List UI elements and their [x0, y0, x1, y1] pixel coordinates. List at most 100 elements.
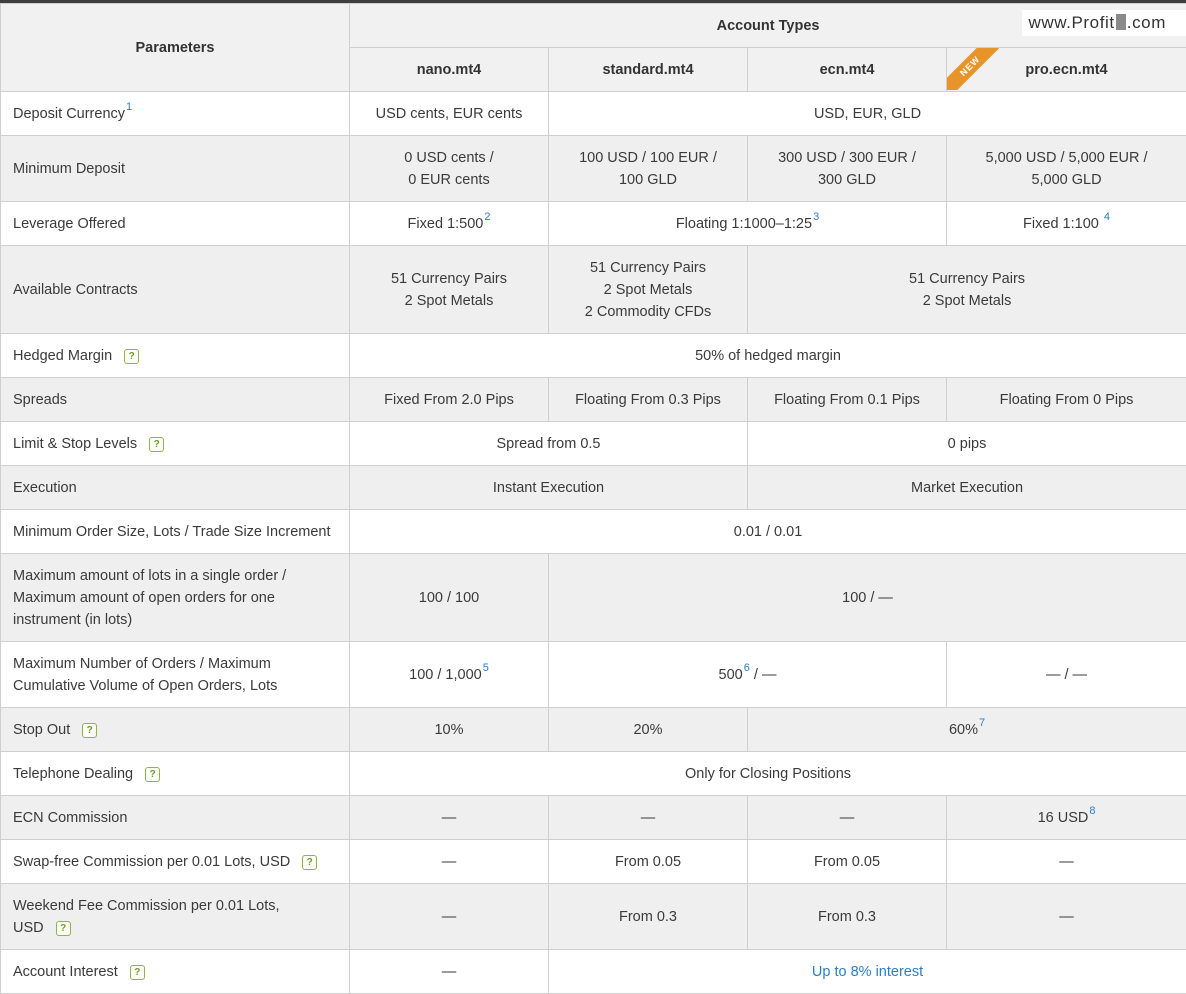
param-label: Deposit Currency1: [1, 92, 350, 136]
cell-pro: Fixed 1:100 4: [947, 202, 1186, 246]
help-icon[interactable]: ?: [145, 767, 160, 782]
cell-all: Only for Closing Positions: [350, 752, 1186, 796]
cell-pro: Floating From 0 Pips: [947, 378, 1186, 422]
row-max-lots: Maximum amount of lots in a single order…: [1, 554, 1186, 642]
cell-pro: —: [947, 884, 1186, 950]
row-limit-stop: Limit & Stop Levels? Spread from 0.5 0 p…: [1, 422, 1186, 466]
param-label: Stop Out?: [1, 708, 350, 752]
brand-watermark: www.Profit.com: [1022, 10, 1186, 36]
cell-pro: 5,000 USD / 5,000 EUR /5,000 GLD: [947, 136, 1186, 202]
cell-nano: 100 / 1,0005: [350, 642, 549, 708]
row-minimum-deposit: Minimum Deposit 0 USD cents /0 EUR cents…: [1, 136, 1186, 202]
param-label: Swap-free Commission per 0.01 Lots, USD?: [1, 840, 350, 884]
help-icon[interactable]: ?: [82, 723, 97, 738]
cell-standard: 20%: [549, 708, 748, 752]
param-label: ECN Commission: [1, 796, 350, 840]
footnote-link[interactable]: 3: [813, 211, 819, 223]
cell-nano: 10%: [350, 708, 549, 752]
cell-nano: —: [350, 796, 549, 840]
param-label: Maximum amount of lots in a single order…: [1, 554, 350, 642]
param-label: Execution: [1, 466, 350, 510]
column-nano: nano.mt4: [350, 48, 549, 92]
cell-ecn-pro: 0 pips: [748, 422, 1186, 466]
cell-ecn: From 0.3: [748, 884, 947, 950]
cell-all: 50% of hedged margin: [350, 334, 1186, 378]
cell-ecn-pro: Market Execution: [748, 466, 1186, 510]
cell-nano: USD cents, EUR cents: [350, 92, 549, 136]
footnote-link[interactable]: 1: [126, 101, 132, 113]
param-label: Minimum Order Size, Lots / Trade Size In…: [1, 510, 350, 554]
cell-ecn: From 0.05: [748, 840, 947, 884]
cell-nano: —: [350, 950, 549, 994]
cell-nano: 100 / 100: [350, 554, 549, 642]
interest-link[interactable]: Up to 8% interest: [812, 964, 923, 980]
cell-standard: 100 USD / 100 EUR /100 GLD: [549, 136, 748, 202]
account-types-table: Parameters Account Types nano.mt4 standa…: [0, 3, 1186, 994]
cell-standard: 51 Currency Pairs2 Spot Metals2 Commodit…: [549, 246, 748, 334]
row-deposit-currency: Deposit Currency1 USD cents, EUR cents U…: [1, 92, 1186, 136]
param-label: Hedged Margin?: [1, 334, 350, 378]
row-max-orders: Maximum Number of Orders / MaximumCumula…: [1, 642, 1186, 708]
column-pro-ecn-label: pro.ecn.mt4: [1025, 62, 1107, 78]
cell-nano: Fixed From 2.0 Pips: [350, 378, 549, 422]
cell-ecn: —: [748, 796, 947, 840]
param-label: Available Contracts: [1, 246, 350, 334]
brand-logo-mark: [1116, 14, 1126, 30]
cell-standard: From 0.3: [549, 884, 748, 950]
row-leverage: Leverage Offered Fixed 1:5002 Floating 1…: [1, 202, 1186, 246]
footnote-link[interactable]: 7: [979, 717, 985, 729]
param-label: Leverage Offered: [1, 202, 350, 246]
row-account-interest: Account Interest? — Up to 8% interest: [1, 950, 1186, 994]
new-ribbon: NEW: [947, 48, 999, 90]
row-spreads: Spreads Fixed From 2.0 Pips Floating Fro…: [1, 378, 1186, 422]
param-label: Minimum Deposit: [1, 136, 350, 202]
help-icon[interactable]: ?: [302, 855, 317, 870]
cell-others: USD, EUR, GLD: [549, 92, 1186, 136]
parameters-header: Parameters: [1, 4, 350, 92]
cell-ecn-pro: 51 Currency Pairs2 Spot Metals: [748, 246, 1186, 334]
cell-nano: —: [350, 840, 549, 884]
param-label: Account Interest?: [1, 950, 350, 994]
cell-ecn-pro: 60%7: [748, 708, 1186, 752]
help-icon[interactable]: ?: [124, 349, 139, 364]
cell-nano: —: [350, 884, 549, 950]
cell-pro: —: [947, 840, 1186, 884]
row-ecn-commission: ECN Commission — — — 16 USD8: [1, 796, 1186, 840]
cell-pro: 16 USD8: [947, 796, 1186, 840]
footnote-link[interactable]: 8: [1089, 805, 1095, 817]
cell-standard-ecn: Floating 1:1000–1:253: [549, 202, 947, 246]
column-standard: standard.mt4: [549, 48, 748, 92]
cell-nano: 51 Currency Pairs2 Spot Metals: [350, 246, 549, 334]
cell-nano-standard: Spread from 0.5: [350, 422, 748, 466]
cell-pro: — / —: [947, 642, 1186, 708]
cell-others: 100 / —: [549, 554, 1186, 642]
cell-standard: Floating From 0.3 Pips: [549, 378, 748, 422]
row-telephone: Telephone Dealing? Only for Closing Posi…: [1, 752, 1186, 796]
new-badge: NEW: [947, 48, 999, 90]
row-swap-free: Swap-free Commission per 0.01 Lots, USD?…: [1, 840, 1186, 884]
cell-standard: —: [549, 796, 748, 840]
row-available-contracts: Available Contracts 51 Currency Pairs2 S…: [1, 246, 1186, 334]
column-ecn: ecn.mt4: [748, 48, 947, 92]
footnote-link[interactable]: 5: [483, 662, 489, 674]
help-icon[interactable]: ?: [149, 437, 164, 452]
footnote-link[interactable]: 4: [1104, 211, 1110, 223]
row-hedged-margin: Hedged Margin? 50% of hedged margin: [1, 334, 1186, 378]
help-icon[interactable]: ?: [130, 965, 145, 980]
cell-ecn: 300 USD / 300 EUR /300 GLD: [748, 136, 947, 202]
param-label: Maximum Number of Orders / MaximumCumula…: [1, 642, 350, 708]
footnote-link[interactable]: 2: [484, 211, 490, 223]
row-execution: Execution Instant Execution Market Execu…: [1, 466, 1186, 510]
cell-nano-standard: Instant Execution: [350, 466, 748, 510]
help-icon[interactable]: ?: [56, 921, 71, 936]
cell-others: Up to 8% interest: [549, 950, 1186, 994]
column-pro-ecn: NEW pro.ecn.mt4: [947, 48, 1186, 92]
param-label: Limit & Stop Levels?: [1, 422, 350, 466]
cell-nano: 0 USD cents /0 EUR cents: [350, 136, 549, 202]
cell-standard-ecn: 5006 / —: [549, 642, 947, 708]
row-weekend-fee: Weekend Fee Commission per 0.01 Lots,USD…: [1, 884, 1186, 950]
row-min-order: Minimum Order Size, Lots / Trade Size In…: [1, 510, 1186, 554]
cell-ecn: Floating From 0.1 Pips: [748, 378, 947, 422]
cell-all: 0.01 / 0.01: [350, 510, 1186, 554]
cell-nano: Fixed 1:5002: [350, 202, 549, 246]
